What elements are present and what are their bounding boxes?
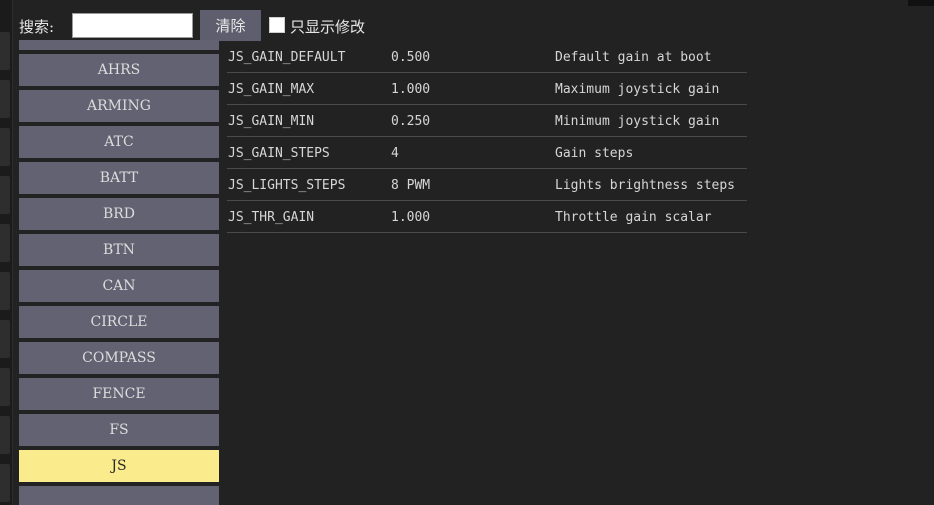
param-value[interactable]: 0.500: [391, 50, 430, 65]
param-row[interactable]: JS_THR_GAIN 1.000 Throttle gain scalar: [227, 201, 747, 233]
param-value[interactable]: 1.000: [391, 210, 430, 225]
left-panel-button[interactable]: [0, 416, 10, 454]
left-panel-button[interactable]: [0, 32, 10, 70]
sidebar-item-circle[interactable]: CIRCLE: [19, 306, 219, 338]
param-description: Throttle gain scalar: [555, 210, 712, 225]
param-name: JS_GAIN_STEPS: [228, 146, 330, 161]
sidebar-item-js[interactable]: JS: [19, 450, 219, 482]
sidebar-item-btn[interactable]: BTN: [19, 234, 219, 266]
left-panel-button[interactable]: [0, 224, 10, 262]
left-panel-button[interactable]: [0, 272, 10, 310]
sidebar-item-partial[interactable]: [19, 40, 219, 50]
param-name: JS_GAIN_DEFAULT: [228, 50, 346, 65]
left-panel-button[interactable]: [0, 128, 10, 166]
parameter-table: JS_GAIN_DEFAULT 0.500 Default gain at boot…: [227, 41, 747, 233]
search-input[interactable]: [72, 13, 193, 38]
param-row[interactable]: JS_GAIN_DEFAULT 0.500 Default gain at boot: [227, 41, 747, 73]
param-name: JS_GAIN_MAX: [228, 82, 315, 97]
sidebar-item-fence[interactable]: FENCE: [19, 378, 219, 410]
left-panel-strip: [0, 0, 13, 505]
param-name: JS_THR_GAIN: [228, 210, 315, 225]
only-modified-label[interactable]: 只显示修改: [290, 16, 365, 37]
param-description: Maximum joystick gain: [555, 82, 720, 97]
param-row[interactable]: JS_GAIN_MIN 0.250 Minimum joystick gain: [227, 105, 747, 137]
param-value[interactable]: 8 PWM: [391, 178, 430, 193]
sidebar-item-fs[interactable]: FS: [19, 414, 219, 446]
sidebar-item-partial[interactable]: [19, 486, 219, 505]
sidebar-item-ahrs[interactable]: AHRS: [19, 54, 219, 86]
left-panel-button[interactable]: [0, 368, 10, 406]
param-description: Lights brightness steps: [555, 178, 736, 193]
param-row[interactable]: JS_GAIN_MAX 1.000 Maximum joystick gain: [227, 73, 747, 105]
param-value[interactable]: 4: [391, 146, 399, 161]
param-description: Gain steps: [555, 146, 634, 161]
param-value[interactable]: 0.250: [391, 114, 430, 129]
sidebar-item-batt[interactable]: BATT: [19, 162, 219, 194]
sidebar-item-can[interactable]: CAN: [19, 270, 219, 302]
only-modified-checkbox[interactable]: [269, 17, 285, 33]
param-description: Default gain at boot: [555, 50, 712, 65]
search-label: 搜索:: [19, 18, 55, 36]
left-panel-button[interactable]: [0, 80, 10, 118]
left-panel-button[interactable]: [0, 320, 10, 358]
param-row[interactable]: JS_GAIN_STEPS 4 Gain steps: [227, 137, 747, 169]
app-window: 搜索: 清除 只显示修改 AHRS ARMING ATC BATT BRD BTN CAN C…: [0, 0, 934, 505]
param-row[interactable]: JS_LIGHTS_STEPS 8 PWM Lights brightness st…: [227, 169, 747, 201]
window-edge-bar: [908, 0, 934, 6]
toolbar: 搜索: 清除 只显示修改: [14, 10, 614, 41]
parameter-group-items: AHRS ARMING ATC BATT BRD BTN CAN CIRCLE COMPASS F…: [19, 40, 219, 505]
left-panel-button[interactable]: [0, 464, 10, 502]
sidebar-item-arming[interactable]: ARMING: [19, 90, 219, 122]
param-description: Minimum joystick gain: [555, 114, 720, 129]
param-value[interactable]: 1.000: [391, 82, 430, 97]
parameter-group-list[interactable]: AHRS ARMING ATC BATT BRD BTN CAN CIRCLE COMPASS F…: [19, 40, 219, 505]
param-name: JS_LIGHTS_STEPS: [228, 178, 346, 193]
sidebar-item-brd[interactable]: BRD: [19, 198, 219, 230]
sidebar-item-compass[interactable]: COMPASS: [19, 342, 219, 374]
clear-button[interactable]: 清除: [200, 10, 261, 41]
sidebar-item-atc[interactable]: ATC: [19, 126, 219, 158]
left-panel-button[interactable]: [0, 176, 10, 214]
param-name: JS_GAIN_MIN: [228, 114, 315, 129]
